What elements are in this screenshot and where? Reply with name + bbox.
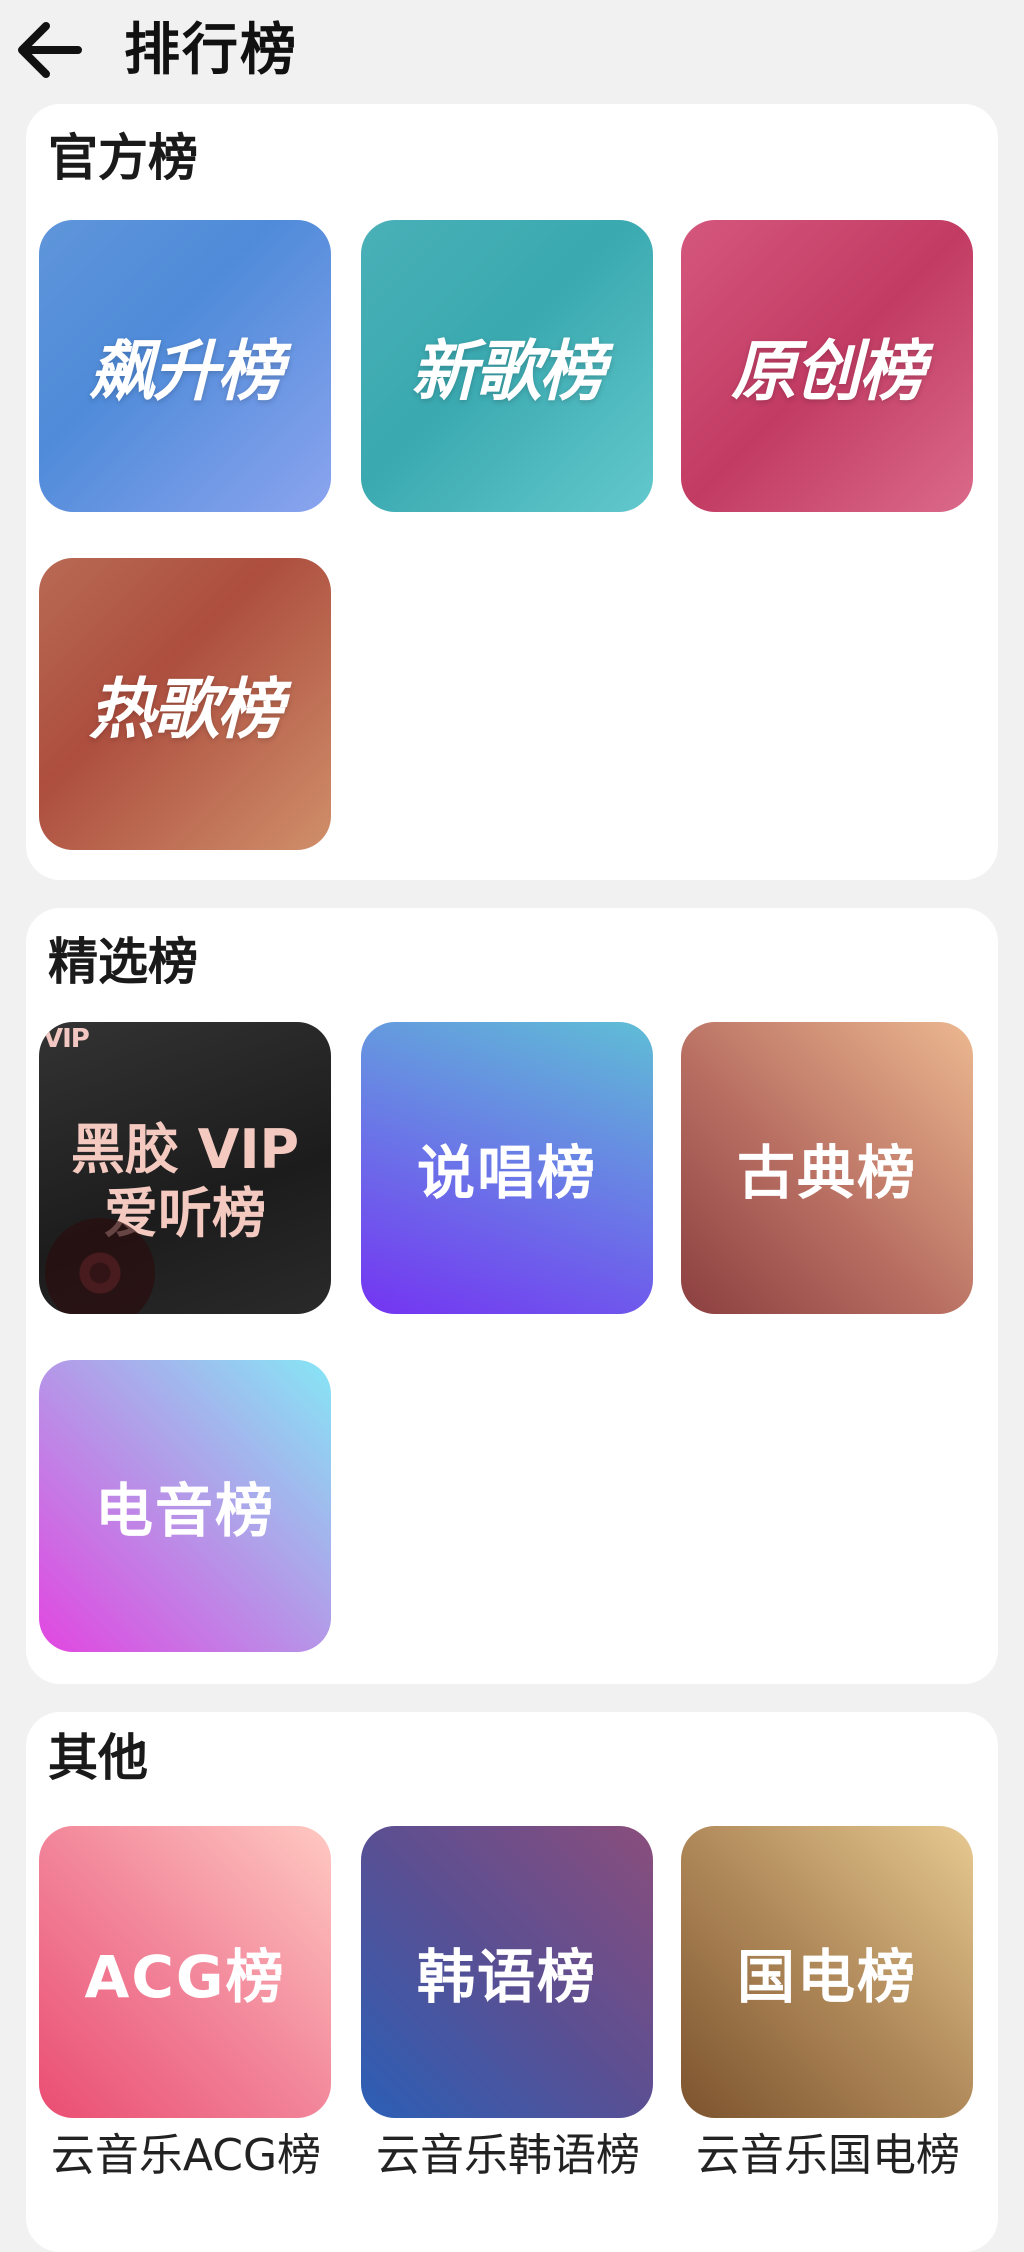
chart-tile-classical[interactable]: 古典榜 — [681, 1022, 973, 1314]
chart-tile-electronic[interactable]: 电音榜 — [39, 1360, 331, 1652]
chart-tile-label: 电音榜 — [94, 1477, 275, 1545]
back-button[interactable] — [14, 14, 86, 86]
chart-tile-label: 飙升榜 — [89, 333, 283, 410]
section-featured: 精选榜 VIP 黑胶 VIP 爱听榜 说唱榜 古典榜 电音榜 — [26, 908, 998, 1684]
arrow-left-icon — [18, 22, 82, 78]
chart-tile-guodian[interactable]: 国电榜 — [681, 1826, 973, 2118]
section-other: 其他 ACG榜 韩语榜 国电榜 云音乐ACG榜 云音乐韩语榜 云音乐国电榜 — [26, 1712, 998, 2252]
chart-tile-label: 说唱榜 — [416, 1139, 597, 1207]
chart-tile-label: 新歌榜 — [411, 333, 605, 410]
chart-tile-acg[interactable]: ACG榜 — [39, 1826, 331, 2118]
section-title-other: 其他 — [48, 1729, 148, 1787]
chart-tile-label: 热歌榜 — [89, 671, 283, 748]
chart-tile-korean[interactable]: 韩语榜 — [361, 1826, 653, 2118]
chart-tile-label: 原创榜 — [731, 333, 925, 410]
section-official: 官方榜 飙升榜 新歌榜 原创榜 热歌榜 — [26, 104, 998, 880]
chart-caption-guodian: 云音乐国电榜 — [696, 2130, 960, 2181]
chart-tile-original[interactable]: 原创榜 — [681, 220, 973, 512]
section-title-official: 官方榜 — [48, 129, 198, 187]
chart-tile-label: 国电榜 — [736, 1943, 917, 2011]
page-title: 排行榜 — [124, 18, 298, 83]
chart-tile-vip[interactable]: VIP 黑胶 VIP 爱听榜 — [39, 1022, 331, 1314]
chart-tile-hot[interactable]: 热歌榜 — [39, 558, 331, 850]
chart-tile-rap[interactable]: 说唱榜 — [361, 1022, 653, 1314]
chart-caption-acg: 云音乐ACG榜 — [50, 2130, 322, 2181]
chart-tile-label: ACG榜 — [84, 1943, 286, 2011]
top-bar: 排行榜 — [0, 0, 1024, 100]
chart-tile-label: 古典榜 — [736, 1139, 917, 1207]
chart-tile-label: 韩语榜 — [416, 1943, 597, 2011]
vip-badge: VIP — [43, 1024, 90, 1054]
chart-caption-korean: 云音乐韩语榜 — [376, 2130, 640, 2181]
section-title-featured: 精选榜 — [48, 933, 198, 991]
chart-tile-soaring[interactable]: 飙升榜 — [39, 220, 331, 512]
chart-tile-new[interactable]: 新歌榜 — [361, 220, 653, 512]
